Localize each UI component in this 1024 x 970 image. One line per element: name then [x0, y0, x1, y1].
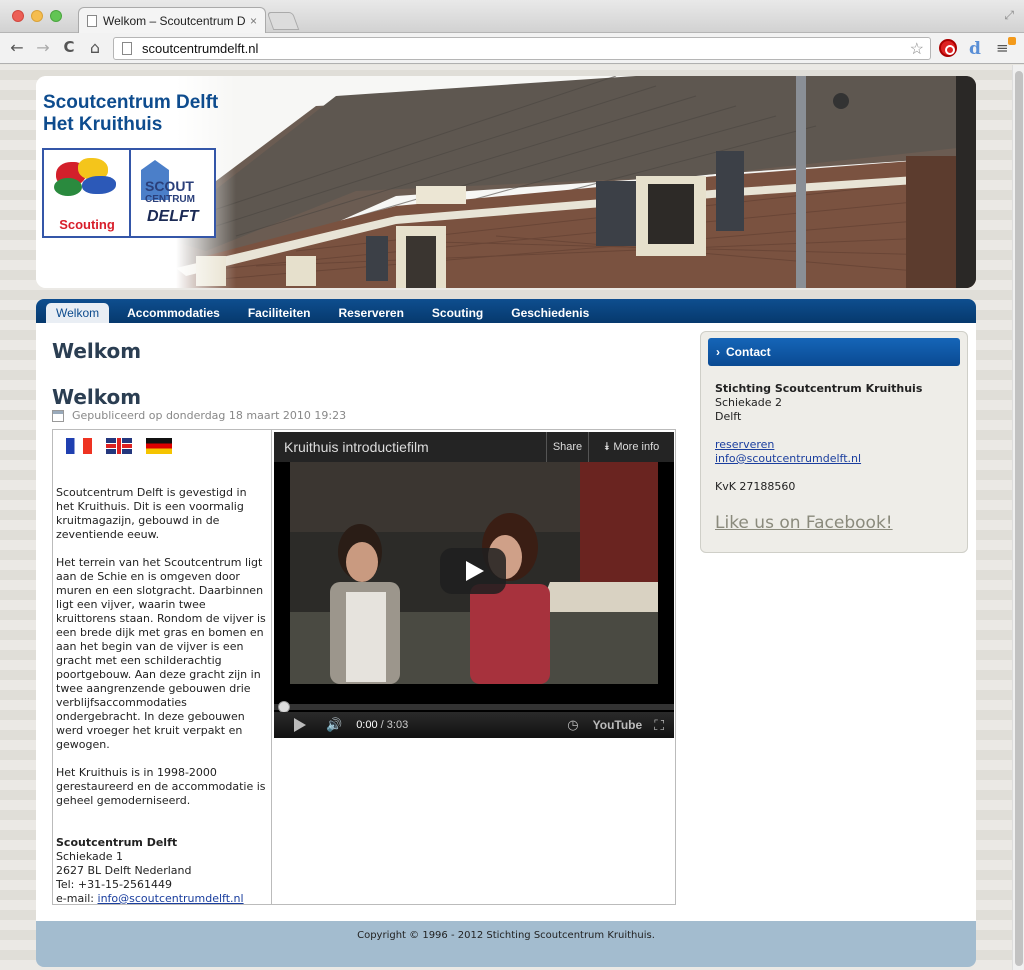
youtube-logo-icon[interactable]: YouTube: [593, 718, 643, 732]
page-icon: [87, 14, 97, 27]
nav-welkom[interactable]: Welkom: [46, 303, 110, 323]
header-brand: Scoutcentrum Delft Het Kruithuis Scoutin…: [36, 76, 236, 288]
back-icon[interactable]: ←: [7, 38, 27, 57]
content-area: Welkom Welkom Gepubliceerd op donderdag …: [36, 323, 976, 921]
page-title: Welkom: [52, 339, 142, 363]
terrain-paragraph: Het terrein van het Scoutcentrum ligt aa…: [56, 556, 266, 751]
more-info-button[interactable]: ⯯ More info: [588, 432, 674, 462]
site-title[interactable]: Scoutcentrum Delft Het Kruithuis: [43, 92, 218, 136]
close-window-button[interactable]: [12, 10, 24, 22]
article-table: Scoutcentrum Delft is gevestigd in het K…: [52, 429, 676, 905]
forward-icon[interactable]: →: [33, 38, 53, 57]
nav-geschiedenis[interactable]: Geschiedenis: [497, 306, 603, 323]
fullscreen-icon[interactable]: ⛶: [654, 717, 664, 734]
address-block: Scoutcentrum Delft Schiekade 1 2627 BL D…: [56, 836, 244, 905]
main-column: Welkom Welkom Gepubliceerd op donderdag …: [52, 323, 682, 905]
calendar-icon: [52, 409, 64, 422]
chrome-menu-icon[interactable]: ≡: [996, 37, 1016, 57]
facebook-link[interactable]: Like us on Facebook!: [715, 515, 953, 532]
site-container: Scoutcentrum Delft Het Kruithuis Scoutin…: [36, 76, 976, 967]
progress-bar[interactable]: [274, 701, 674, 713]
share-button[interactable]: Share: [546, 432, 588, 462]
vertical-scrollbar[interactable]: [1012, 65, 1024, 970]
contact-box: › Contact Stichting Scoutcentrum Kruithu…: [700, 331, 968, 553]
close-tab-icon[interactable]: ×: [250, 14, 257, 28]
volume-icon[interactable]: 🔊: [326, 717, 342, 733]
browser-toolbar: ← → C ⌂ scoutcentrumdelft.nl ☆ d ≡: [0, 33, 1024, 64]
browser-tabstrip: Welkom – Scoutcentrum Delf × ⤢: [0, 0, 1024, 33]
article-title[interactable]: Welkom: [52, 385, 682, 409]
scrollbar-thumb[interactable]: [1015, 71, 1023, 966]
flag-english-icon[interactable]: [106, 438, 132, 454]
video-title-bar: Kruithuis introductiefilm Share ⯯ More i…: [274, 432, 674, 462]
youtube-player[interactable]: Kruithuis introductiefilm Share ⯯ More i…: [274, 432, 674, 738]
contact-heading: › Contact: [708, 338, 960, 366]
scoutcentrum-logo[interactable]: SCOUT CENTRUM DELFT: [131, 150, 214, 236]
main-nav: Welkom Accommodaties Faciliteiten Reserv…: [36, 299, 976, 323]
page-icon: [122, 42, 132, 55]
kvk-number: KvK 27188560: [715, 480, 796, 493]
scouting-logo[interactable]: Scouting: [44, 150, 131, 236]
address-bar[interactable]: scoutcentrumdelft.nl ☆: [113, 37, 931, 60]
article-text-column: Scoutcentrum Delft is gevestigd in het K…: [53, 430, 272, 905]
copyright-text: Copyright © 1996 - 2012 Stichting Scoutc…: [357, 930, 655, 941]
reserve-link[interactable]: reserveren: [715, 438, 774, 451]
tab-title: Welkom – Scoutcentrum Delf: [103, 13, 246, 28]
site-footer: Copyright © 1996 - 2012 Stichting Scoutc…: [36, 921, 976, 967]
site-header: Scoutcentrum Delft Het Kruithuis Scoutin…: [36, 76, 976, 288]
play-icon[interactable]: [294, 718, 306, 732]
flag-french-icon[interactable]: [66, 438, 92, 454]
language-flags: [56, 438, 268, 454]
nav-accommodaties[interactable]: Accommodaties: [113, 306, 234, 323]
time-display: 0:00 / 3:03: [356, 719, 409, 731]
bookmark-star-icon[interactable]: ☆: [910, 39, 924, 59]
video-column: Kruithuis introductiefilm Share ⯯ More i…: [272, 430, 675, 904]
minimize-window-button[interactable]: [31, 10, 43, 22]
page-viewport: Scoutcentrum Delft Het Kruithuis Scoutin…: [0, 65, 1012, 970]
extension-d-icon[interactable]: d: [969, 39, 987, 59]
nav-faciliteiten[interactable]: Faciliteiten: [234, 306, 325, 323]
flag-german-icon[interactable]: [146, 438, 172, 454]
logos-box: Scouting SCOUT CENTRUM DELFT: [42, 148, 216, 238]
chevron-right-icon: ›: [716, 345, 720, 359]
fullscreen-icon[interactable]: ⤢: [1004, 8, 1014, 23]
video-title[interactable]: Kruithuis introductiefilm: [274, 439, 546, 455]
contact-details: Stichting Scoutcentrum Kruithuis Schieka…: [701, 366, 967, 546]
org-name: Stichting Scoutcentrum Kruithuis: [715, 382, 923, 395]
intro-paragraph: Scoutcentrum Delft is gevestigd in het K…: [56, 486, 247, 541]
nav-scouting[interactable]: Scouting: [418, 306, 497, 323]
zoom-window-button[interactable]: [50, 10, 62, 22]
adblock-extension-icon[interactable]: [939, 39, 957, 57]
new-tab-button[interactable]: [266, 12, 300, 30]
url-text: scoutcentrumdelft.nl: [142, 41, 259, 56]
publish-date: Gepubliceerd op donderdag 18 maart 2010 …: [52, 409, 682, 422]
restoration-paragraph: Het Kruithuis is in 1998-2000 gerestaure…: [56, 766, 266, 807]
nav-reserveren[interactable]: Reserveren: [325, 306, 418, 323]
video-controls: 🔊 0:00 / 3:03 ◷ YouTube ⛶: [274, 712, 674, 738]
contact-email-link[interactable]: info@scoutcentrumdelft.nl: [715, 452, 861, 465]
home-icon[interactable]: ⌂: [85, 38, 105, 57]
play-overlay-button[interactable]: [440, 548, 506, 594]
browser-tab[interactable]: Welkom – Scoutcentrum Delf ×: [78, 7, 266, 33]
email-link[interactable]: info@scoutcentrumdelft.nl: [98, 892, 244, 905]
chevron-down-icon: ⯯: [603, 441, 614, 453]
reload-icon[interactable]: C: [59, 38, 79, 56]
watch-later-icon[interactable]: ◷: [567, 717, 578, 733]
